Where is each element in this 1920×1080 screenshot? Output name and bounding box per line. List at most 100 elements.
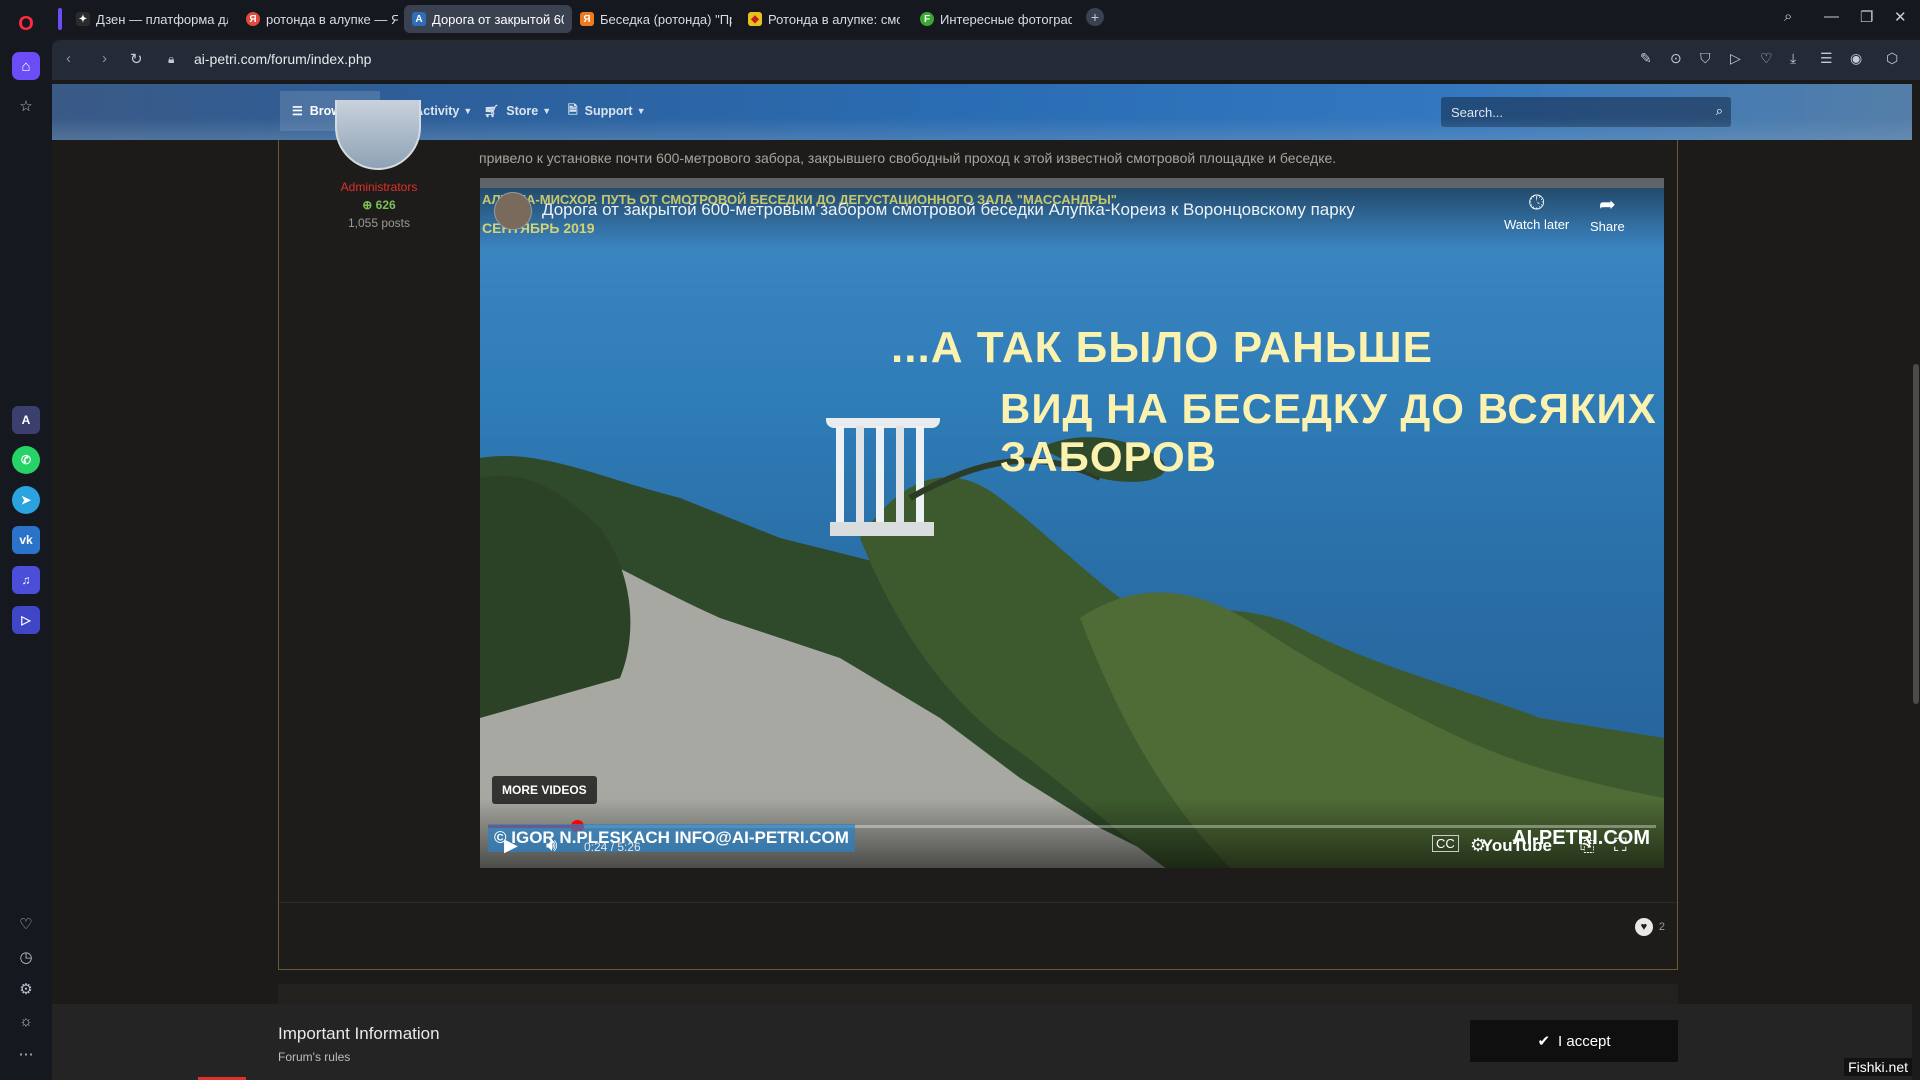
images-icon: ◆ (748, 12, 762, 26)
accept-button[interactable]: ✔ I accept (1470, 1020, 1678, 1062)
home-icon[interactable]: ⌂ (12, 52, 40, 80)
accept-label: I accept (1558, 1032, 1611, 1050)
ai-petri-icon: A (412, 12, 426, 26)
tab-title: Беседка (ротонда) "Прис (600, 11, 732, 27)
easy-setup-icon[interactable]: ☰ (1820, 50, 1833, 67)
tab-dzen[interactable]: ✦ Дзен — платформа для п (68, 5, 236, 33)
lock-icon: 🔒︎ (168, 52, 175, 66)
tab-title: Интересные фотографии (940, 11, 1072, 27)
nav-label: Store (506, 104, 539, 118)
video-watermark: AI-PETRI.COM (1512, 827, 1650, 849)
page-scrollbar[interactable] (1912, 84, 1920, 1080)
caret-down-icon: ▼ (463, 106, 473, 116)
download-icon[interactable]: ⤓ (1790, 50, 1796, 67)
nav-label: Activity (414, 104, 460, 118)
plus-circle-icon: ⊕ (362, 198, 376, 212)
tab-images[interactable]: ◆ Ротонда в алупке: смотр (740, 5, 908, 33)
check-icon: ✔ (1537, 1033, 1551, 1050)
post-count: 1,055 posts (347, 216, 411, 230)
player-icon[interactable]: ▷ (12, 606, 40, 634)
scrollbar-thumb[interactable] (1913, 364, 1919, 704)
whatsapp-icon[interactable]: ✆ (12, 446, 40, 474)
url-field[interactable]: ai-petri.com/forum/index.php (194, 51, 371, 67)
reactions[interactable]: ♥ 2 (1634, 918, 1665, 936)
extensions-icon[interactable]: ⬡ (1886, 50, 1898, 67)
star-icon[interactable]: ☆ (12, 92, 40, 120)
subtitles-button[interactable]: CC (1432, 835, 1459, 852)
tab-title: Ротонда в алупке: смотр (768, 11, 900, 27)
youtube-video[interactable]: АЛУПКА-МИСХОР. ПУТЬ ОТ СМОТРОВОЙ БЕСЕДКИ… (480, 178, 1664, 868)
yandex-icon: Я (246, 12, 260, 26)
video-caption-line1: ...А ТАК БЫЛО РАНЬШЕ (891, 323, 1433, 372)
tripadvisor-icon: Я (580, 12, 594, 26)
close-window-button[interactable]: ✕ (1894, 8, 1907, 26)
forum-header: ☰ Browse ▼ 📢︎ Activity ▼ 🛒︎ Store ▼ 🗎︎ S… (52, 84, 1920, 140)
avatar[interactable] (335, 100, 421, 170)
search-input[interactable] (1441, 97, 1691, 127)
heart-reaction-icon[interactable]: ♥ (1634, 918, 1653, 936)
tab-yandex-search[interactable]: Я ротонда в алупке — Янд (238, 5, 406, 33)
telegram-icon[interactable]: ➤ (12, 486, 40, 514)
profile-icon[interactable]: ◉ (1850, 50, 1862, 67)
reputation-value: 626 (375, 198, 396, 212)
music-player-icon[interactable]: ♫ (12, 566, 40, 594)
address-bar: ‹ › ↻ 🔒︎ ai-petri.com/forum/index.php ✎ … (52, 40, 1920, 80)
share-icon: ➦ (1598, 194, 1616, 216)
aria-icon[interactable]: A (12, 406, 40, 434)
shield-icon[interactable]: ⛉ (1700, 50, 1711, 67)
tab-title: Дорога от закрытой 600 (432, 11, 564, 27)
sparkle-icon: ✦ (76, 12, 90, 26)
forward-icon[interactable]: › (102, 50, 107, 67)
vk-icon[interactable]: vk (12, 526, 40, 554)
tab-ai-petri[interactable]: A Дорога от закрытой 600 (404, 5, 572, 33)
forum-rules-link[interactable]: Forum's rules (278, 1050, 350, 1064)
web-page: ☰ Browse ▼ 📢︎ Activity ▼ 🛒︎ Store ▼ 🗎︎ S… (52, 84, 1920, 1080)
caret-down-icon: ▼ (636, 106, 646, 116)
volume-icon[interactable]: 🔊︎ (546, 835, 557, 856)
nav-store[interactable]: 🛒︎ Store ▼ (472, 91, 563, 131)
fishki-icon: F (920, 12, 934, 26)
cart-icon: 🛒︎ (484, 104, 500, 118)
heart-icon[interactable]: ♡ (12, 910, 40, 938)
play-icon[interactable]: ▷ (1730, 50, 1741, 67)
share-button[interactable]: ➦ Share (1590, 192, 1625, 234)
camera-icon[interactable]: ⊙ (1670, 50, 1682, 67)
minimize-button[interactable]: — (1824, 8, 1839, 25)
channel-avatar[interactable] (494, 192, 532, 230)
new-tab-button[interactable]: + (1086, 8, 1104, 26)
post-divider (279, 902, 1677, 903)
reaction-count: 2 (1658, 921, 1665, 933)
watch-later-label: Watch later (1504, 217, 1570, 232)
restore-button[interactable]: ❐ (1860, 8, 1873, 26)
watch-later-button[interactable]: 🕓︎ Watch later (1504, 192, 1569, 232)
search-icon[interactable]: ⌕ (1716, 103, 1723, 119)
nav-support[interactable]: 🗎︎ Support ▼ (556, 91, 658, 131)
video-title[interactable]: Дорога от закрытой 600-метровым забором … (542, 200, 1355, 220)
list-icon: ☰ (292, 104, 303, 118)
tab-fishki[interactable]: F Интересные фотографии (912, 5, 1080, 33)
share-label: Share (1590, 219, 1625, 234)
play-button[interactable]: ▶ (504, 835, 518, 856)
reload-icon[interactable]: ↻ (130, 50, 143, 68)
reputation-badge: ⊕ 626 (279, 198, 479, 212)
history-icon[interactable]: ◷ (12, 943, 40, 971)
tab-beseda[interactable]: Я Беседка (ротонда) "Прис (572, 5, 740, 33)
tab-title: Дзен — платформа для п (96, 11, 228, 27)
back-icon[interactable]: ‹ (66, 50, 71, 67)
more-icon[interactable]: ⋯ (12, 1040, 40, 1068)
author-role: Administrators (340, 180, 418, 194)
video-top-border (480, 178, 1664, 188)
site-watermark: Fishki.net (1844, 1058, 1912, 1076)
tab-indicator (58, 8, 62, 30)
cookie-notice: Important Information Forum's rules ✔ I … (52, 1004, 1920, 1080)
clock-icon: 🕓︎ (1528, 192, 1545, 214)
favorite-icon[interactable]: ♡ (1760, 50, 1773, 67)
cookie-title: Important Information (278, 1024, 440, 1043)
tips-icon[interactable]: ☼ (12, 1007, 40, 1035)
settings-icon[interactable]: ⚙ (12, 975, 40, 1003)
opera-logo-icon[interactable]: O (12, 10, 40, 38)
tab-bar: ✦ Дзен — платформа для п Я ротонда в алу… (52, 0, 1920, 38)
search-tabs-icon[interactable]: ⌕ (1784, 8, 1792, 25)
caret-down-icon: ▼ (542, 106, 552, 116)
edit-icon[interactable]: ✎ (1640, 50, 1652, 67)
